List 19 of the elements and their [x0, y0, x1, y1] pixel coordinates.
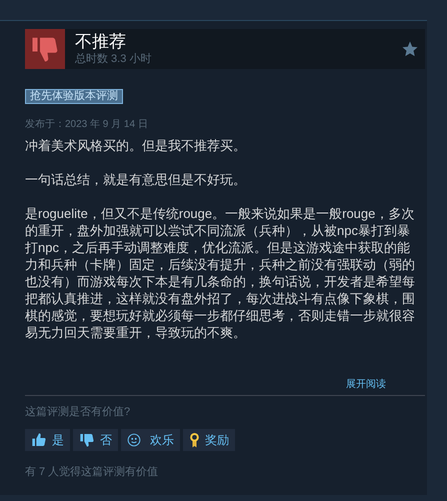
vote-button[interactable]: 欢乐: [121, 429, 180, 451]
medal-icon: [189, 432, 200, 448]
helpful-summary: 有 7 人觉得这篇评测有价值: [25, 465, 160, 479]
review-paragraph: 是roguelite，但又不是传统rouge。一般来说如果是一般rouge，多次的重开，盘外加强就可以尝试不同流派（兵种），从被npc暴打到暴打npc，之后再手动调整难度，优化流派。但是这游戏途中获取的能力和兵种（卡牌）固定，后续没有提升，兵种之前没有强联动（弱的也没有）而游戏每次下本是有几条命的，换句话说，开发者是希望每把都认真推进，这样就没有盘外招了，每次进战斗有点像下象棋，围棋的感觉，要想玩好就必须每一步都仔细思考，否则走错一步就很容易无力回天需要重开，导致玩的不爽。: [25, 205, 416, 341]
review-paragraph: 一句话总结，就是有意思但是不好玩。: [25, 171, 247, 188]
smiley-icon: [127, 433, 141, 447]
star-icon[interactable]: [401, 40, 419, 58]
vote-button[interactable]: 是: [25, 429, 70, 451]
review-paragraph: 冲着美术风格买的。但是我不推荐买。: [25, 137, 247, 154]
playtime: 总时数 3.3 小时: [75, 52, 152, 66]
early-access-badge: 抢先体验版本评测: [25, 89, 123, 104]
thumbs-down-icon: [79, 432, 95, 448]
expand-link[interactable]: 展开阅读: [346, 379, 386, 391]
thumbs-up-icon: [31, 432, 47, 448]
vote-button[interactable]: 否: [73, 429, 118, 451]
verdict-title: 不推荐: [75, 32, 127, 52]
helpful-question: 这篇评测是否有价值?: [25, 405, 132, 419]
post-date: 发布于：2023 年 9 月 14 日: [25, 119, 149, 131]
vote-button[interactable]: 奖励: [183, 429, 235, 451]
